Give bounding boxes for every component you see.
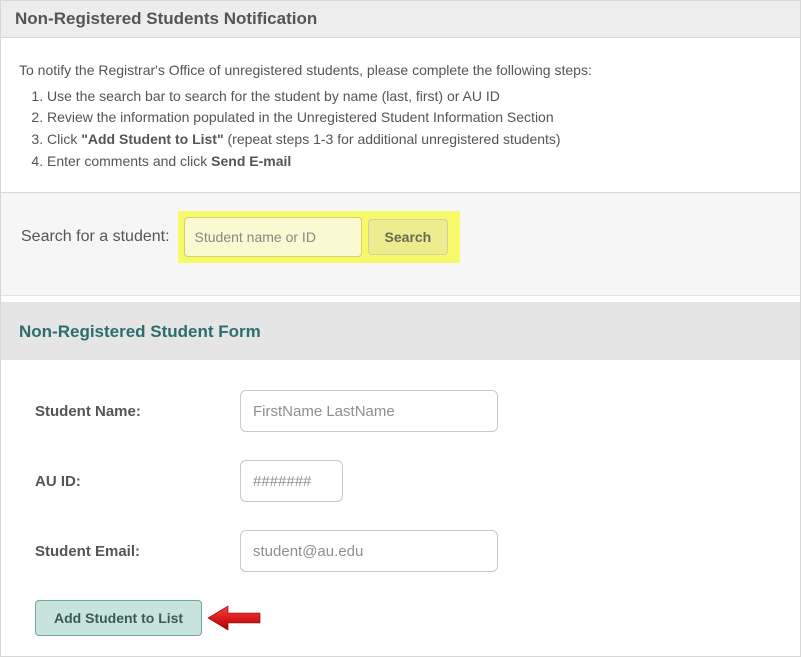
au-id-label: AU ID: bbox=[35, 473, 240, 490]
search-button[interactable]: Search bbox=[368, 219, 449, 255]
search-input[interactable] bbox=[184, 217, 362, 257]
instruction-step-2: Review the information populated in the … bbox=[47, 107, 782, 129]
student-name-label: Student Name: bbox=[35, 403, 240, 420]
page-header: Non-Registered Students Notification bbox=[1, 0, 800, 38]
form-title: Non-Registered Student Form bbox=[19, 322, 782, 342]
form-body: Student Name: AU ID: Student Email: Add … bbox=[1, 360, 800, 656]
instruction-step-4: Enter comments and click Send E-mail bbox=[47, 151, 782, 173]
page-title: Non-Registered Students Notification bbox=[15, 9, 786, 29]
instructions-intro: To notify the Registrar's Office of unre… bbox=[19, 60, 782, 82]
student-email-label: Student Email: bbox=[35, 543, 240, 560]
search-label: Search for a student: bbox=[21, 228, 170, 246]
instructions-block: To notify the Registrar's Office of unre… bbox=[1, 38, 800, 193]
search-highlight: Search bbox=[178, 211, 461, 263]
instruction-step-3: Click "Add Student to List" (repeat step… bbox=[47, 129, 782, 151]
arrow-annotation-icon bbox=[206, 603, 262, 633]
student-email-input[interactable] bbox=[240, 530, 498, 572]
instruction-step-1: Use the search bar to search for the stu… bbox=[47, 86, 782, 108]
search-bar: Search for a student: Search bbox=[1, 193, 800, 296]
add-student-button[interactable]: Add Student to List bbox=[35, 600, 202, 636]
form-header: Non-Registered Student Form bbox=[1, 302, 800, 360]
student-name-input[interactable] bbox=[240, 390, 498, 432]
au-id-input[interactable] bbox=[240, 460, 343, 502]
